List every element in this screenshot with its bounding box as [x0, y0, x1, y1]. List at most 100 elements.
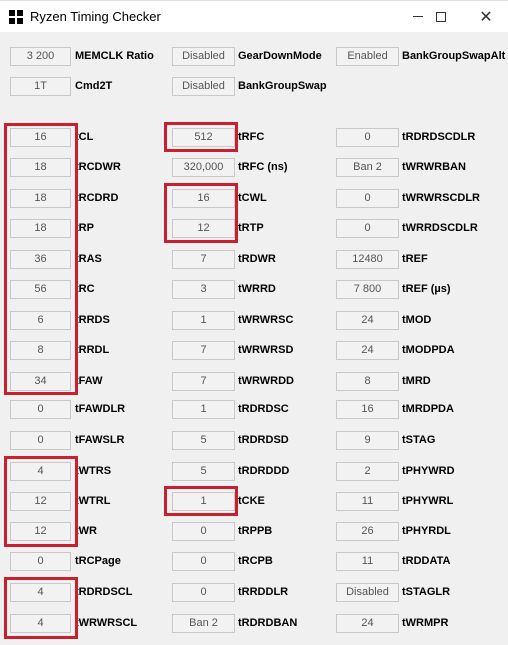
tref-field: 12480 — [336, 250, 399, 269]
twrwrsd-field: 7 — [172, 341, 235, 360]
trcdrd-label: tRCDRD — [75, 192, 119, 204]
twtrl-label: tWTRL — [75, 495, 111, 507]
trdrdscl-label: tRDRDSCL — [75, 586, 133, 598]
close-button[interactable]: ✕ — [468, 1, 504, 32]
trdrdban-label: tRDRDBAN — [238, 617, 298, 629]
trppb-label: tRPPB — [238, 525, 273, 537]
tphywrl-field: 11 — [336, 492, 399, 511]
geardownmode-label: GearDownMode — [238, 50, 322, 62]
tmrd-field: 8 — [336, 372, 399, 391]
tcwl-label: tCWL — [238, 192, 267, 204]
tref-us-field: 7 800 — [336, 280, 399, 299]
twrwrsd-label: tWRWRSD — [238, 344, 294, 356]
trcpage-label: tRCPage — [75, 555, 121, 567]
cmd2t-field: 1T — [10, 77, 71, 96]
tstaglr-field: Disabled — [336, 583, 399, 602]
twrwrscdlr-label: tWRWRSCDLR — [402, 192, 481, 204]
title-bar[interactable]: Ryzen Timing Checker ✕ — [0, 1, 508, 32]
twrrdscdlr-label: tWRRDSCDLR — [402, 222, 478, 234]
twrwrsc-label: tWRWRSC — [238, 314, 294, 326]
trc-field: 56 — [10, 280, 71, 299]
maximize-button[interactable] — [423, 1, 459, 32]
trfc-ns-label: tRFC (ns) — [238, 161, 288, 173]
trdrdsd-field: 5 — [172, 431, 235, 450]
twrwrdd-field: 7 — [172, 372, 235, 391]
trdwr-label: tRDWR — [238, 253, 276, 265]
tras-field: 36 — [10, 250, 71, 269]
tstaglr-label: tSTAGLR — [402, 586, 451, 598]
tphywrl-label: tPHYWRL — [402, 495, 454, 507]
twrmpr-label: tWRMPR — [402, 617, 449, 629]
cmd2t-label: Cmd2T — [75, 80, 113, 92]
trrdl-field: 8 — [10, 341, 71, 360]
twtrs-field: 4 — [10, 462, 71, 481]
trrds-field: 6 — [10, 311, 71, 330]
trfc-ns-field: 320,000 — [172, 158, 235, 177]
close-icon: ✕ — [479, 6, 493, 26]
tfawdlr-field: 0 — [10, 400, 71, 419]
trrddlr-field: 0 — [172, 583, 235, 602]
tcke-label: tCKE — [238, 495, 265, 507]
timing-panel: 3 200 MEMCLK Ratio Disabled GearDownMode… — [0, 32, 508, 645]
maximize-icon — [436, 11, 446, 22]
twr-field: 12 — [10, 522, 71, 541]
trrddlr-label: tRRDDLR — [238, 586, 289, 598]
twrwrban-field: Ban 2 — [336, 158, 399, 177]
tcl-field: 16 — [10, 128, 71, 147]
trp-label: tRP — [75, 222, 94, 234]
trtp-label: tRTP — [238, 222, 264, 234]
bankgroupswap-label: BankGroupSwap — [238, 80, 327, 92]
tras-label: tRAS — [75, 253, 102, 265]
tphyrdl-label: tPHYRDL — [402, 525, 451, 537]
minimize-icon — [413, 16, 423, 17]
memclk-ratio-field: 3 200 — [10, 47, 71, 66]
tref-label: tREF — [402, 253, 428, 265]
twrwrscl-field: 4 — [10, 614, 71, 633]
tphywrd-label: tPHYWRD — [402, 465, 455, 477]
tmodpda-label: tMODPDA — [402, 344, 455, 356]
twrwrban-label: tWRWRBAN — [402, 161, 466, 173]
twrrd-label: tWRRD — [238, 283, 276, 295]
trppb-field: 0 — [172, 522, 235, 541]
tmrdpda-field: 16 — [336, 400, 399, 419]
twrwrdd-label: tWRWRDD — [238, 375, 295, 387]
trcdwr-field: 18 — [10, 158, 71, 177]
trcpb-label: tRCPB — [238, 555, 273, 567]
tmod-label: tMOD — [402, 314, 432, 326]
tmrd-label: tMRD — [402, 375, 431, 387]
tcl-label: tCL — [75, 131, 94, 143]
trtp-field: 12 — [172, 219, 235, 238]
tstag-field: 9 — [336, 431, 399, 450]
memclk-ratio-label: MEMCLK Ratio — [75, 50, 154, 62]
tref-us-label: tREF (µs) — [402, 283, 451, 295]
app-icon — [9, 10, 23, 24]
twrrdscdlr-field: 0 — [336, 219, 399, 238]
trcdrd-field: 18 — [10, 189, 71, 208]
tfaw-field: 34 — [10, 372, 71, 391]
tcke-field: 1 — [172, 492, 235, 511]
twrwrscdlr-field: 0 — [336, 189, 399, 208]
trp-field: 18 — [10, 219, 71, 238]
tphyrdl-field: 26 — [336, 522, 399, 541]
trrds-label: tRRDS — [75, 314, 110, 326]
trddata-label: tRDDATA — [402, 555, 451, 567]
twtrl-field: 12 — [10, 492, 71, 511]
twrwrsc-field: 1 — [172, 311, 235, 330]
trdrdsd-label: tRDRDSD — [238, 434, 289, 446]
trdrddd-field: 5 — [172, 462, 235, 481]
twtrs-label: tWTRS — [75, 465, 112, 477]
trc-label: tRC — [75, 283, 95, 295]
geardownmode-field: Disabled — [172, 47, 235, 66]
trfc-field: 512 — [172, 128, 235, 147]
trdrdsc-field: 1 — [172, 400, 235, 419]
trdrdscdlr-label: tRDRDSCDLR — [402, 131, 476, 143]
trdrdban-field: Ban 2 — [172, 614, 235, 633]
tstag-label: tSTAG — [402, 434, 436, 446]
twr-label: tWR — [75, 525, 97, 537]
tfawslr-label: tFAWSLR — [75, 434, 125, 446]
twrmpr-field: 24 — [336, 614, 399, 633]
twrwrscl-label: tWRWRSCL — [75, 617, 138, 629]
trfc-label: tRFC — [238, 131, 265, 143]
trdrdscl-field: 4 — [10, 583, 71, 602]
tmodpda-field: 24 — [336, 341, 399, 360]
